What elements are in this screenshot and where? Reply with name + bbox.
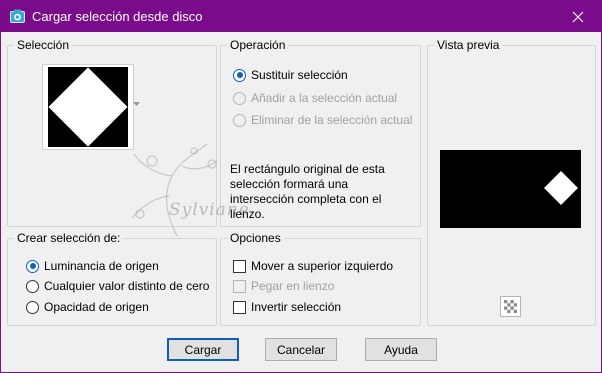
ayuda-button[interactable]: Ayuda xyxy=(365,338,437,361)
operacion-label: Operación xyxy=(227,38,289,52)
crear-seleccion-label: Crear selección de: xyxy=(14,231,124,245)
radio-cualquier-valor-label: Cualquier valor distinto de cero xyxy=(44,279,210,293)
checkerboard-icon xyxy=(504,300,517,313)
radio-indicator xyxy=(233,68,246,82)
radio-luminancia-label: Luminancia de origen xyxy=(44,259,159,273)
selection-thumbnail[interactable] xyxy=(42,64,134,150)
radio-sustituir-label: Sustituir selección xyxy=(251,68,348,82)
preview-canvas xyxy=(440,150,581,228)
checkbox-pegar[interactable]: Pegar en lienzo xyxy=(233,279,334,293)
diamond-shape xyxy=(48,67,128,147)
transparency-toggle-button[interactable] xyxy=(500,296,521,317)
radio-anadir-label: Añadir a la selección actual xyxy=(251,91,398,105)
checkbox-mover[interactable]: Mover a superior izquierdo xyxy=(233,259,393,273)
radio-indicator xyxy=(26,300,39,314)
close-icon xyxy=(572,11,584,22)
radio-indicator xyxy=(233,91,246,105)
radio-opacidad-label: Opacidad de origen xyxy=(44,300,149,314)
radio-cualquier-valor[interactable]: Cualquier valor distinto de cero xyxy=(26,279,209,293)
window-title: Cargar selección desde disco xyxy=(32,9,203,24)
radio-anadir[interactable]: Añadir a la selección actual xyxy=(233,91,397,105)
checkbox-indicator xyxy=(233,279,246,293)
checkbox-indicator xyxy=(233,300,246,314)
radio-eliminar[interactable]: Eliminar de la selección actual xyxy=(233,113,412,127)
opciones-label: Opciones xyxy=(227,231,284,245)
operation-info-text: El rectángulo original de esta selección… xyxy=(230,162,385,221)
radio-indicator xyxy=(233,113,246,127)
radio-sustituir[interactable]: Sustituir selección xyxy=(233,68,348,82)
checkbox-pegar-label: Pegar en lienzo xyxy=(251,279,335,293)
seleccion-label: Selección xyxy=(14,38,73,52)
checkbox-indicator xyxy=(233,259,246,273)
title-bar[interactable]: Cargar selección desde disco xyxy=(1,1,601,32)
dropdown-arrow-icon[interactable] xyxy=(133,102,140,106)
radio-indicator xyxy=(26,259,39,273)
checkbox-invertir[interactable]: Invertir selección xyxy=(233,300,341,314)
radio-luminancia[interactable]: Luminancia de origen xyxy=(26,259,159,273)
close-button[interactable] xyxy=(555,1,601,32)
preview-diamond xyxy=(544,171,578,205)
radio-indicator xyxy=(26,279,39,293)
camera-icon xyxy=(10,9,25,23)
radio-opacidad[interactable]: Opacidad de origen xyxy=(26,300,149,314)
vista-previa-label: Vista previa xyxy=(434,38,503,52)
radio-eliminar-label: Eliminar de la selección actual xyxy=(251,113,413,127)
cancelar-button[interactable]: Cancelar xyxy=(265,338,337,361)
checkbox-invertir-label: Invertir selección xyxy=(251,300,342,314)
cargar-button[interactable]: Cargar xyxy=(167,338,239,361)
checkbox-mover-label: Mover a superior izquierdo xyxy=(251,259,394,273)
